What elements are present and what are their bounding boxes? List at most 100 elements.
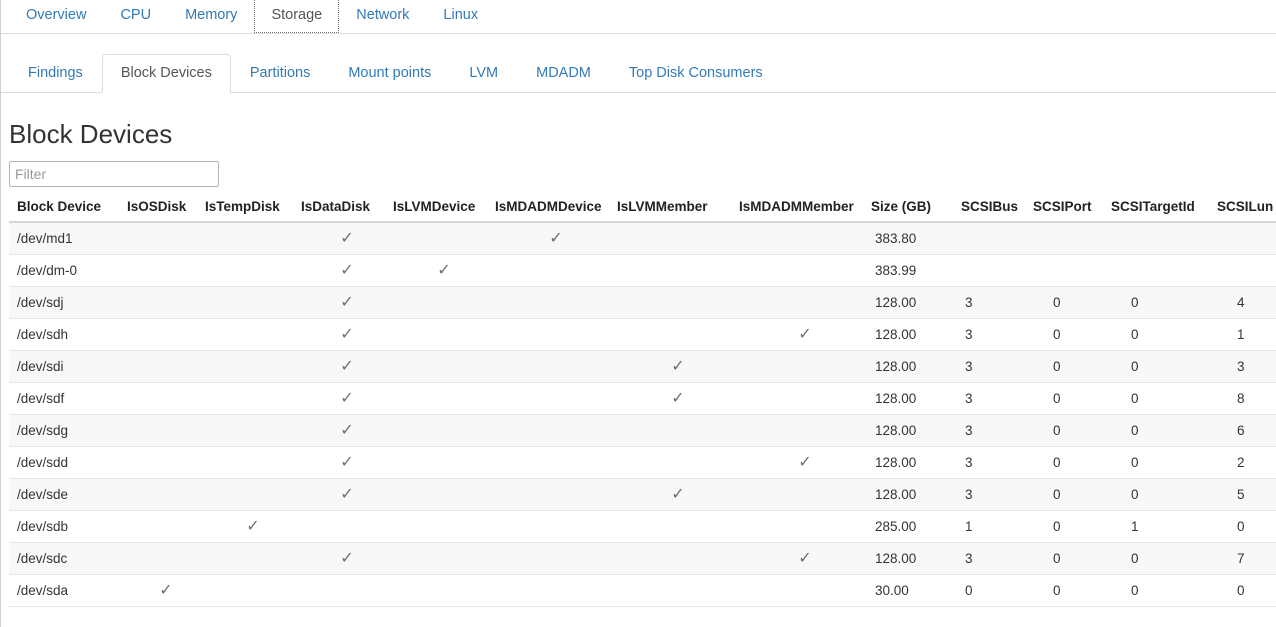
- tab-storage[interactable]: Storage: [254, 0, 339, 33]
- cell-is-lvm-member: [617, 287, 739, 319]
- table-row[interactable]: /dev/md1✓✓383.80: [9, 222, 1276, 255]
- column-header-scsi-bus[interactable]: SCSIBus: [961, 199, 1033, 222]
- cell-is-temp-disk: [205, 287, 301, 319]
- cell-is-lvm-device: [393, 383, 495, 415]
- cell-is-data-disk: ✓: [301, 319, 393, 351]
- cell-is-lvm-device: [393, 543, 495, 575]
- cell-scsi-lun: [1217, 222, 1276, 255]
- table-row[interactable]: /dev/sdf✓✓128.003008: [9, 383, 1276, 415]
- table-row[interactable]: /dev/sda✓30.000000: [9, 575, 1276, 607]
- cell-size-gb: 128.00: [871, 479, 961, 511]
- column-header-block-device[interactable]: Block Device: [9, 199, 127, 222]
- cell-is-lvm-member: [617, 319, 739, 351]
- table-row[interactable]: /dev/sdc✓✓128.003007: [9, 543, 1276, 575]
- subtab-mdadm[interactable]: MDADM: [517, 54, 610, 92]
- cell-block-device: /dev/sdc: [9, 543, 127, 575]
- column-header-is-lvm-member[interactable]: IsLVMMember: [617, 199, 739, 222]
- column-header-is-data-disk[interactable]: IsDataDisk: [301, 199, 393, 222]
- cell-scsi-port: 0: [1033, 351, 1111, 383]
- column-header-scsi-port[interactable]: SCSIPort: [1033, 199, 1111, 222]
- check-icon: ✓: [671, 391, 684, 407]
- cell-scsi-target-id: [1111, 255, 1217, 287]
- cell-size-gb: 383.80: [871, 222, 961, 255]
- cell-block-device: /dev/sde: [9, 479, 127, 511]
- cell-is-lvm-member: ✓: [617, 383, 739, 415]
- tab-network[interactable]: Network: [339, 0, 426, 33]
- cell-scsi-target-id: 0: [1111, 383, 1217, 415]
- check-icon: ✓: [340, 231, 353, 247]
- cell-scsi-bus: 3: [961, 479, 1033, 511]
- cell-block-device: /dev/md1: [9, 222, 127, 255]
- subtab-mount-points[interactable]: Mount points: [329, 54, 450, 92]
- table-header: Block Device IsOSDisk IsTempDisk IsDataD…: [9, 199, 1276, 222]
- table-row[interactable]: /dev/sde✓✓128.003005: [9, 479, 1276, 511]
- cell-is-lvm-member: [617, 575, 739, 607]
- column-header-scsi-target-id[interactable]: SCSITargetId: [1111, 199, 1217, 222]
- cell-scsi-port: [1033, 255, 1111, 287]
- cell-is-os-disk: [127, 255, 205, 287]
- cell-is-data-disk: ✓: [301, 287, 393, 319]
- cell-is-lvm-member: ✓: [617, 479, 739, 511]
- subtab-lvm[interactable]: LVM: [450, 54, 517, 92]
- cell-is-mdadm-device: [495, 447, 617, 479]
- cell-is-mdadm-member: ✓: [739, 543, 871, 575]
- check-icon: ✓: [798, 551, 811, 567]
- cell-is-temp-disk: [205, 447, 301, 479]
- subtab-findings[interactable]: Findings: [9, 54, 102, 92]
- table-row[interactable]: /dev/dm-0✓✓383.99: [9, 255, 1276, 287]
- cell-is-mdadm-member: [739, 222, 871, 255]
- cell-scsi-lun: 3: [1217, 351, 1276, 383]
- cell-is-mdadm-member: [739, 479, 871, 511]
- cell-is-data-disk: [301, 511, 393, 543]
- cell-is-os-disk: [127, 319, 205, 351]
- table-row[interactable]: /dev/sdj✓128.003004: [9, 287, 1276, 319]
- filter-input[interactable]: [9, 161, 219, 187]
- column-header-size-gb[interactable]: Size (GB): [871, 199, 961, 222]
- check-icon: ✓: [340, 551, 353, 567]
- cell-scsi-target-id: 0: [1111, 319, 1217, 351]
- cell-is-lvm-device: [393, 351, 495, 383]
- subtab-block-devices[interactable]: Block Devices: [102, 54, 231, 93]
- table-row[interactable]: /dev/sdi✓✓128.003003: [9, 351, 1276, 383]
- cell-scsi-target-id: 0: [1111, 575, 1217, 607]
- column-header-scsi-lun[interactable]: SCSILun: [1217, 199, 1276, 222]
- tab-linux[interactable]: Linux: [426, 0, 495, 33]
- tab-overview[interactable]: Overview: [9, 0, 103, 33]
- tab-memory[interactable]: Memory: [168, 0, 254, 33]
- check-icon: ✓: [246, 519, 259, 535]
- cell-is-os-disk: [127, 415, 205, 447]
- cell-block-device: /dev/sdd: [9, 447, 127, 479]
- cell-is-os-disk: ✓: [127, 575, 205, 607]
- cell-is-data-disk: ✓: [301, 222, 393, 255]
- cell-size-gb: 128.00: [871, 287, 961, 319]
- table-row[interactable]: /dev/sdb✓285.001010: [9, 511, 1276, 543]
- column-header-is-os-disk[interactable]: IsOSDisk: [127, 199, 205, 222]
- cell-block-device: /dev/sdi: [9, 351, 127, 383]
- table-row[interactable]: /dev/sdh✓✓128.003001: [9, 319, 1276, 351]
- table-row[interactable]: /dev/sdd✓✓128.003002: [9, 447, 1276, 479]
- cell-is-os-disk: [127, 383, 205, 415]
- tab-cpu[interactable]: CPU: [103, 0, 168, 33]
- cell-scsi-target-id: 0: [1111, 543, 1217, 575]
- table-row[interactable]: /dev/sdg✓128.003006: [9, 415, 1276, 447]
- cell-is-mdadm-device: [495, 383, 617, 415]
- block-devices-table-wrapper: Block Device IsOSDisk IsTempDisk IsDataD…: [9, 199, 1268, 607]
- cell-scsi-target-id: 0: [1111, 351, 1217, 383]
- column-header-is-mdadm-device[interactable]: IsMDADMDevice: [495, 199, 617, 222]
- cell-is-lvm-device: [393, 479, 495, 511]
- column-header-is-lvm-device[interactable]: IsLVMDevice: [393, 199, 495, 222]
- cell-is-temp-disk: ✓: [205, 511, 301, 543]
- subtab-top-disk-consumers[interactable]: Top Disk Consumers: [610, 54, 782, 92]
- cell-is-temp-disk: [205, 415, 301, 447]
- column-header-is-temp-disk[interactable]: IsTempDisk: [205, 199, 301, 222]
- cell-scsi-bus: 3: [961, 415, 1033, 447]
- cell-scsi-lun: 2: [1217, 447, 1276, 479]
- check-icon: ✓: [340, 455, 353, 471]
- cell-is-os-disk: [127, 351, 205, 383]
- cell-scsi-target-id: 0: [1111, 287, 1217, 319]
- subtab-partitions[interactable]: Partitions: [231, 54, 329, 92]
- column-header-is-mdadm-member[interactable]: IsMDADMMember: [739, 199, 871, 222]
- cell-scsi-lun: 1: [1217, 319, 1276, 351]
- cell-is-data-disk: ✓: [301, 479, 393, 511]
- cell-scsi-port: 0: [1033, 415, 1111, 447]
